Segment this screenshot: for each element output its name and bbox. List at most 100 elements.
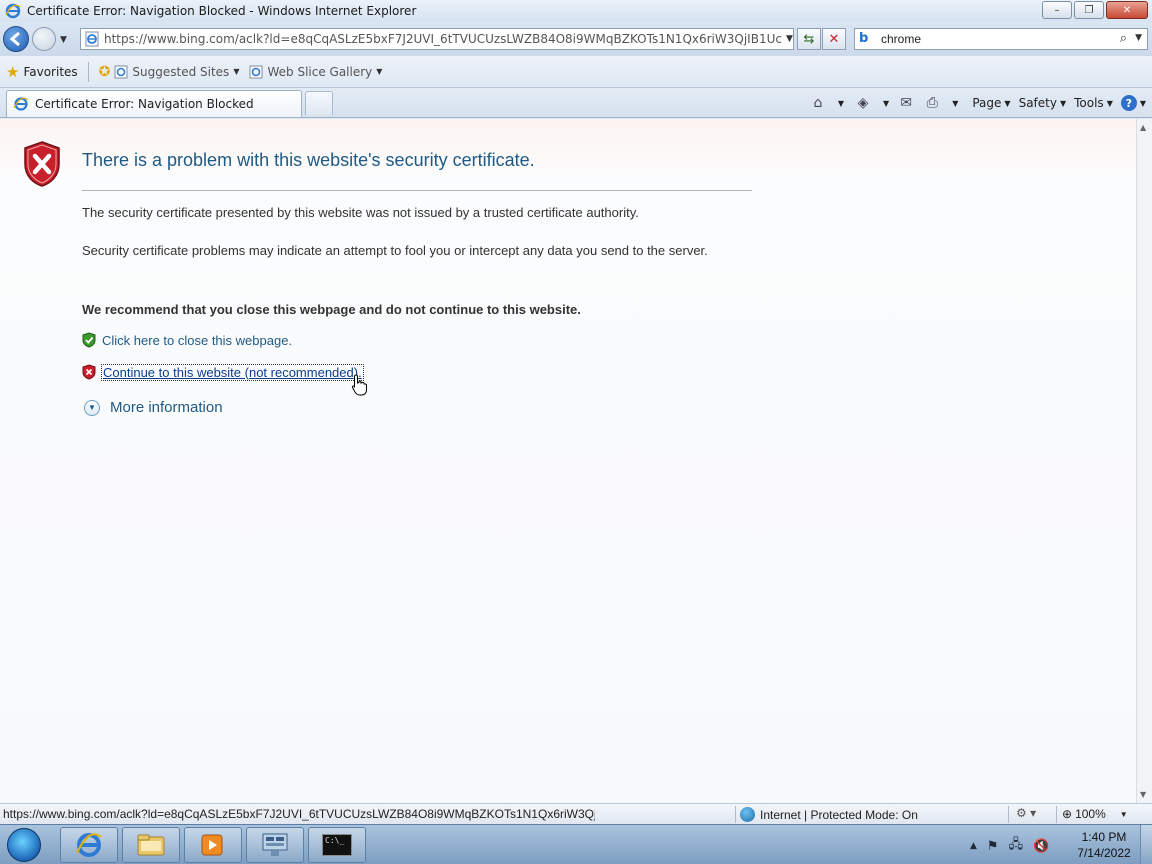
feeds-icon[interactable]: ◈ xyxy=(854,94,872,112)
back-arrow-icon xyxy=(9,31,20,47)
red-shield-x-icon xyxy=(82,364,96,380)
command-bar: ⌂ ▼ ◈ ▼ ✉ ⎙ ▼ Page ▼ Safety ▼ Tools ▼ ? ▼ xyxy=(809,92,1146,114)
chevron-down-icon: ▼ xyxy=(1004,98,1011,108)
minimize-button[interactable]: – xyxy=(1042,1,1072,19)
tab-bar: Certificate Error: Navigation Blocked ⌂ ▼… xyxy=(0,88,1152,118)
chevron-down-icon: ▼ xyxy=(1059,98,1067,108)
network-icon[interactable]: 🖧 xyxy=(1009,835,1024,857)
close-window-button[interactable]: ✕ xyxy=(1106,1,1148,19)
security-shield-error-icon xyxy=(24,141,60,187)
address-bar[interactable]: https://www.bing.com/aclk?ld=e8qCqASLzE5… xyxy=(80,28,794,50)
clock-date: 7/14/2022 xyxy=(1077,846,1131,860)
page-menu[interactable]: Page ▼ xyxy=(972,96,1010,110)
continue-website-row: Continue to this website (not recommende… xyxy=(82,363,364,381)
command-prompt-label: C:\_ xyxy=(325,836,345,845)
clock-time: 1:40 PM xyxy=(1081,830,1127,844)
web-slice-gallery-link[interactable]: Web Slice Gallery ▼ xyxy=(249,65,382,79)
certificate-warning-text: Security certificate problems may indica… xyxy=(82,243,708,258)
tools-menu[interactable]: Tools ▼ xyxy=(1074,96,1113,110)
volume-muted-icon[interactable]: 🔇 xyxy=(1033,839,1049,854)
chevron-down-icon: ▼ xyxy=(233,67,240,76)
vertical-scrollbar[interactable]: ▲ ▼ xyxy=(1136,119,1152,803)
protected-mode-icon[interactable]: ⚙ ▾ xyxy=(1016,806,1036,820)
chevron-down-icon: ▼ xyxy=(376,67,383,76)
feeds-dropdown-icon[interactable]: ▼ xyxy=(880,99,889,108)
forward-button[interactable] xyxy=(32,27,56,51)
print-dropdown-icon[interactable]: ▼ xyxy=(949,99,958,108)
system-tray: ▲ ⚑ 🖧 🔇 xyxy=(970,835,1049,857)
safety-menu[interactable]: Safety ▼ xyxy=(1019,96,1067,110)
title-bar: Certificate Error: Navigation Blocked - … xyxy=(0,0,1152,22)
continue-to-website-link[interactable]: Continue to this website (not recommende… xyxy=(101,363,364,381)
show-hidden-icons-icon[interactable]: ▲ xyxy=(970,841,977,851)
search-input[interactable] xyxy=(881,32,1111,46)
more-information-toggle[interactable]: ▼ More information xyxy=(84,399,223,416)
command-prompt-icon: C:\_ xyxy=(322,834,352,856)
tab-label: Certificate Error: Navigation Blocked xyxy=(35,97,254,111)
chevron-down-icon: ▼ xyxy=(1139,98,1146,108)
status-bar: https://www.bing.com/aclk?ld=e8qCqASLzE5… xyxy=(0,803,1152,824)
stop-icon: ✕ xyxy=(828,31,840,47)
address-url[interactable]: https://www.bing.com/aclk?ld=e8qCqASLzE5… xyxy=(104,32,782,46)
more-information-label: More information xyxy=(110,399,223,416)
taskbar-media-player[interactable] xyxy=(184,827,242,863)
recent-pages-dropdown-icon[interactable]: ▼ xyxy=(60,35,67,45)
search-icon[interactable]: ⌕ xyxy=(1120,31,1127,46)
refresh-icon: ⇆ xyxy=(803,31,815,47)
search-dropdown-icon[interactable]: ▼ xyxy=(1135,33,1142,43)
taskbar-command-prompt[interactable]: C:\_ xyxy=(308,827,366,863)
home-dropdown-icon[interactable]: ▼ xyxy=(835,99,844,108)
maximize-button[interactable]: ❐ xyxy=(1074,1,1104,19)
status-url: https://www.bing.com/aclk?ld=e8qCqASLzE5… xyxy=(3,807,595,821)
new-tab-button[interactable] xyxy=(305,91,333,115)
add-to-favorites-bar-icon[interactable]: ✪ xyxy=(99,64,111,80)
divider xyxy=(82,190,752,191)
zoom-level: 100% xyxy=(1075,807,1106,821)
help-icon: ? xyxy=(1120,95,1137,111)
divider xyxy=(1056,806,1057,823)
start-button[interactable] xyxy=(4,827,44,863)
search-box[interactable]: b ⌕ ▼ xyxy=(854,28,1148,50)
close-webpage-link[interactable]: Click here to close this webpage. xyxy=(102,333,292,348)
page-menu-label: Page xyxy=(972,96,1002,110)
home-icon[interactable]: ⌂ xyxy=(809,94,827,112)
suggested-sites-link[interactable]: Suggested Sites ▼ xyxy=(114,65,239,79)
favorites-star-icon: ★ xyxy=(6,62,20,81)
divider xyxy=(735,806,736,823)
expand-icon: ▼ xyxy=(84,399,100,416)
page-icon xyxy=(85,31,99,47)
back-button[interactable] xyxy=(3,26,29,52)
scroll-down-icon[interactable]: ▼ xyxy=(1140,790,1146,799)
security-zone-label: Internet | Protected Mode: On xyxy=(760,807,918,822)
hand-cursor-icon xyxy=(351,374,367,396)
mail-icon[interactable]: ✉ xyxy=(897,94,915,112)
safety-menu-label: Safety xyxy=(1018,96,1057,110)
taskbar-server-manager[interactable] xyxy=(246,827,304,863)
close-webpage-row: Click here to close this webpage. xyxy=(82,332,292,348)
taskbar-internet-explorer[interactable] xyxy=(60,827,118,863)
internet-explorer-icon xyxy=(13,97,29,111)
suggested-sites-label: Suggested Sites xyxy=(132,64,230,79)
favorites-button[interactable]: ★ Favorites xyxy=(0,60,84,84)
zoom-icon: ⊕ xyxy=(1062,807,1073,821)
scroll-up-icon[interactable]: ▲ xyxy=(1140,123,1146,132)
show-desktop-button[interactable] xyxy=(1140,825,1152,864)
navigation-bar: ▼ https://www.bing.com/aclk?ld=e8qCqASLz… xyxy=(0,22,1152,56)
chevron-down-icon: ▼ xyxy=(1119,809,1128,819)
refresh-button[interactable]: ⇆ xyxy=(797,28,821,50)
server-manager-icon xyxy=(262,833,288,856)
action-center-flag-icon[interactable]: ⚑ xyxy=(987,839,999,854)
system-clock[interactable]: 1:40 PM 7/14/2022 xyxy=(1072,829,1136,861)
zoom-control[interactable]: ⊕ 100% ▼ xyxy=(1062,807,1128,821)
bing-icon: b xyxy=(859,31,869,46)
stop-button[interactable]: ✕ xyxy=(822,28,846,50)
security-zone[interactable]: Internet | Protected Mode: On xyxy=(740,807,918,822)
print-icon[interactable]: ⎙ xyxy=(923,94,941,112)
address-dropdown-icon[interactable]: ▼ xyxy=(786,34,793,44)
taskbar-file-explorer[interactable] xyxy=(122,827,180,863)
ie-page-icon xyxy=(114,65,128,78)
folder-icon xyxy=(137,834,165,856)
help-menu[interactable]: ? ▼ xyxy=(1120,95,1146,111)
tab-certificate-error[interactable]: Certificate Error: Navigation Blocked xyxy=(6,90,302,117)
divider xyxy=(87,61,89,82)
